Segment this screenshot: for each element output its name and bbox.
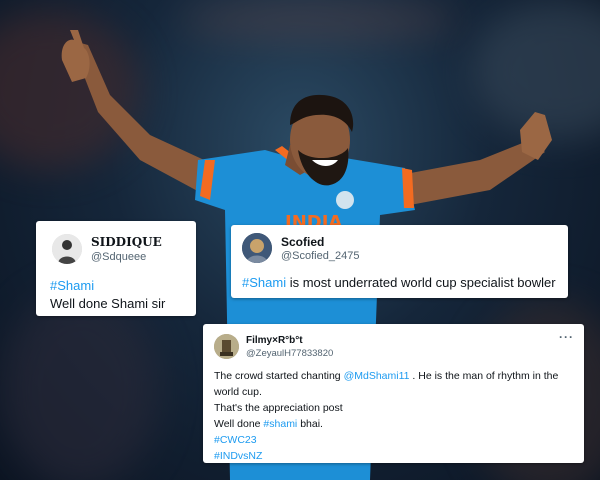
tweet-text: Well done Shami sir [50, 296, 166, 311]
avatar[interactable] [214, 334, 239, 359]
tweet-text-line: The crowd started chanting @MdShami11 . … [214, 370, 559, 382]
hashtag-link[interactable]: #Shami [50, 278, 94, 293]
avatar[interactable] [52, 234, 82, 264]
tweet-text-line: That's the appreciation post [214, 402, 343, 414]
tweet-card-scofied[interactable]: Scofied @Scofied_2475 #Shami is most und… [231, 225, 568, 298]
more-options-icon[interactable]: ··· [559, 330, 574, 344]
author-handle[interactable]: @ZeyaulH77833820 [246, 348, 333, 359]
mention-link[interactable]: @MdShami11 [344, 370, 410, 382]
author-handle[interactable]: @Scofied_2475 [281, 250, 359, 262]
hashtag-link[interactable]: #Shami [242, 275, 286, 290]
hashtag-link[interactable]: #CWC23 [214, 434, 257, 446]
author-name[interactable]: Filmy×R°b°t [246, 335, 303, 346]
tweet-card-siddique[interactable]: SIDDIQUE @Sdqueee #Shami Well done Shami… [36, 221, 196, 316]
hashtag-link[interactable]: #shami [263, 418, 297, 430]
author-name[interactable]: Scofied [281, 235, 324, 249]
hashtag-link[interactable]: #INDvsNZ [214, 450, 262, 462]
avatar[interactable] [242, 233, 272, 263]
tweet-text-line: world cup. [214, 386, 262, 398]
tweet-card-filmyrobot[interactable]: Filmy×R°b°t @ZeyaulH77833820 ··· The cro… [203, 324, 584, 463]
tweet-text: #Shami is most underrated world cup spec… [242, 275, 556, 290]
author-handle[interactable]: @Sdqueee [91, 251, 146, 263]
author-name[interactable]: SIDDIQUE [91, 235, 162, 249]
tweet-text-line: Well done #shami bhai. [214, 418, 323, 430]
